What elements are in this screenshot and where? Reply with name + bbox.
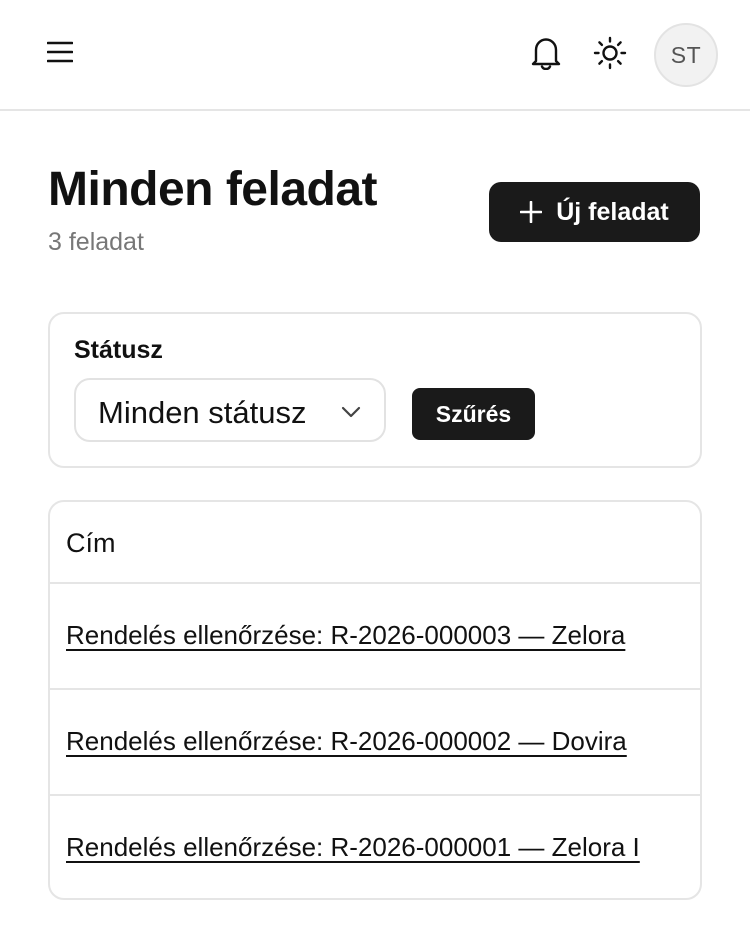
table-row: Rendelés ellenőrzése: R-2026-000003 — Ze… [50, 584, 700, 690]
sun-icon [593, 36, 627, 75]
task-count: 3 feladat [48, 228, 144, 256]
new-task-button-label: Új feladat [556, 197, 669, 226]
task-title-link[interactable]: Rendelés ellenőrzése: R-2026-000001 — Ze… [66, 832, 640, 863]
new-task-button[interactable]: Új feladat [489, 182, 700, 242]
hamburger-menu-icon [46, 41, 74, 68]
task-table: Cím Rendelés ellenőrzése: R-2026-000003 … [48, 500, 702, 900]
page-title: Minden feladat [48, 163, 378, 216]
status-filter-label: Státusz [74, 336, 163, 364]
column-header-title: Cím [66, 528, 116, 558]
table-header: Cím [50, 502, 700, 584]
table-row: Rendelés ellenőrzése: R-2026-000001 — Ze… [50, 796, 700, 898]
chevron-down-icon [340, 401, 362, 423]
task-title-link[interactable]: Rendelés ellenőrzése: R-2026-000002 — Do… [66, 726, 627, 757]
bell-icon [530, 36, 562, 75]
task-title-link[interactable]: Rendelés ellenőrzése: R-2026-000003 — Ze… [66, 620, 625, 651]
plus-icon [520, 201, 543, 223]
filter-card: Státusz Minden státusz Szűrés [48, 312, 702, 468]
filter-button[interactable]: Szűrés [412, 388, 535, 440]
status-select[interactable]: Minden státusz [74, 378, 386, 442]
theme-toggle-button[interactable] [591, 36, 629, 74]
status-select-value: Minden státusz [98, 395, 307, 430]
top-bar: ST [0, 0, 750, 111]
menu-button[interactable] [44, 38, 76, 70]
notifications-button[interactable] [527, 36, 565, 74]
table-row: Rendelés ellenőrzése: R-2026-000002 — Do… [50, 690, 700, 796]
avatar[interactable]: ST [654, 23, 718, 87]
